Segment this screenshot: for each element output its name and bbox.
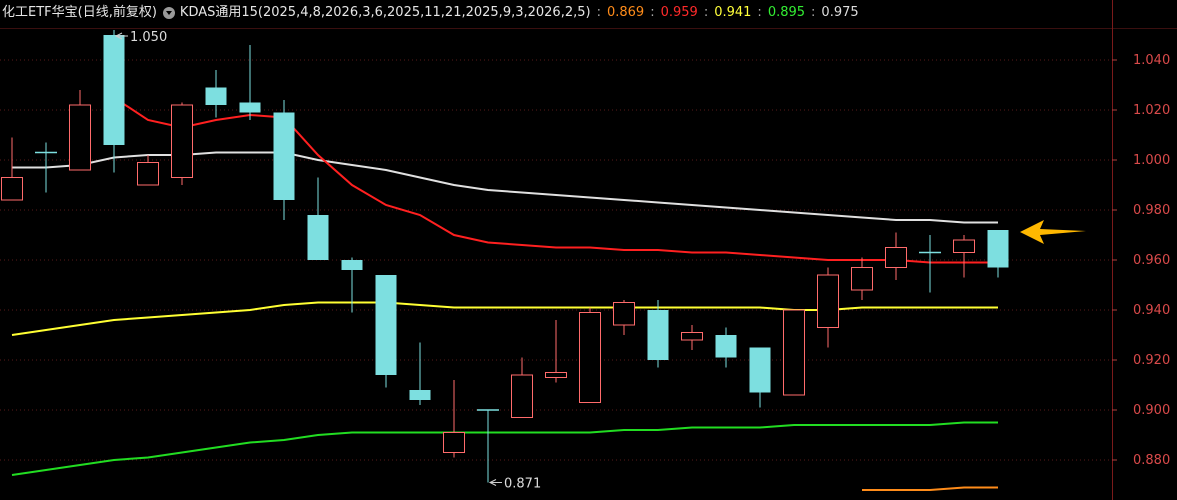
candle-body bbox=[239, 102, 261, 113]
annotation-label: 1.050 bbox=[130, 30, 167, 45]
candle-body bbox=[341, 260, 363, 270]
candle-body bbox=[681, 332, 703, 341]
candle-body bbox=[851, 267, 873, 291]
candle-body bbox=[885, 247, 907, 268]
indicator-line bbox=[12, 151, 998, 224]
indicator-line bbox=[862, 486, 998, 491]
arrow-marker-icon bbox=[1020, 220, 1086, 244]
candle-body bbox=[205, 87, 227, 105]
indicator-line bbox=[11, 421, 998, 476]
candle-body bbox=[1, 177, 23, 201]
candle-body bbox=[511, 374, 533, 418]
candlestick-chart[interactable]: 1.040 1.020 1.000 0.980 0.960 0.940 0.920 0.900… bbox=[0, 0, 1177, 500]
candle-body bbox=[375, 275, 397, 375]
candle-body bbox=[137, 162, 159, 186]
candle-body bbox=[103, 35, 125, 145]
candle-body bbox=[817, 274, 839, 328]
candle-body bbox=[171, 104, 193, 178]
y-tick-label: 1.040 bbox=[1133, 53, 1170, 68]
y-tick-label: 1.000 bbox=[1133, 153, 1170, 168]
y-tick-label: 0.940 bbox=[1133, 303, 1170, 318]
annotation-label: 0.871 bbox=[504, 477, 541, 492]
indicator-line bbox=[113, 96, 998, 264]
y-tick-label: 0.900 bbox=[1133, 403, 1170, 418]
candle-body bbox=[69, 104, 91, 171]
candle-body bbox=[715, 335, 737, 358]
y-tick-label: 0.980 bbox=[1133, 203, 1170, 218]
candle-body bbox=[409, 390, 431, 400]
candle-body bbox=[273, 112, 295, 200]
candle-body bbox=[545, 372, 567, 378]
candle-body bbox=[953, 239, 975, 253]
candle-body bbox=[307, 215, 329, 260]
candle-body bbox=[783, 309, 805, 396]
candle-body bbox=[647, 310, 669, 360]
candle-body bbox=[579, 312, 601, 403]
candle-body bbox=[987, 230, 1009, 268]
candle-body bbox=[443, 432, 465, 453]
y-tick-label: 1.020 bbox=[1133, 103, 1170, 118]
y-tick-label: 0.920 bbox=[1133, 353, 1170, 368]
indicator-line bbox=[11, 301, 998, 336]
y-tick-label: 0.960 bbox=[1133, 253, 1170, 268]
candle-body bbox=[613, 302, 635, 326]
candle-body bbox=[749, 347, 771, 393]
y-tick-label: 0.880 bbox=[1133, 453, 1170, 468]
